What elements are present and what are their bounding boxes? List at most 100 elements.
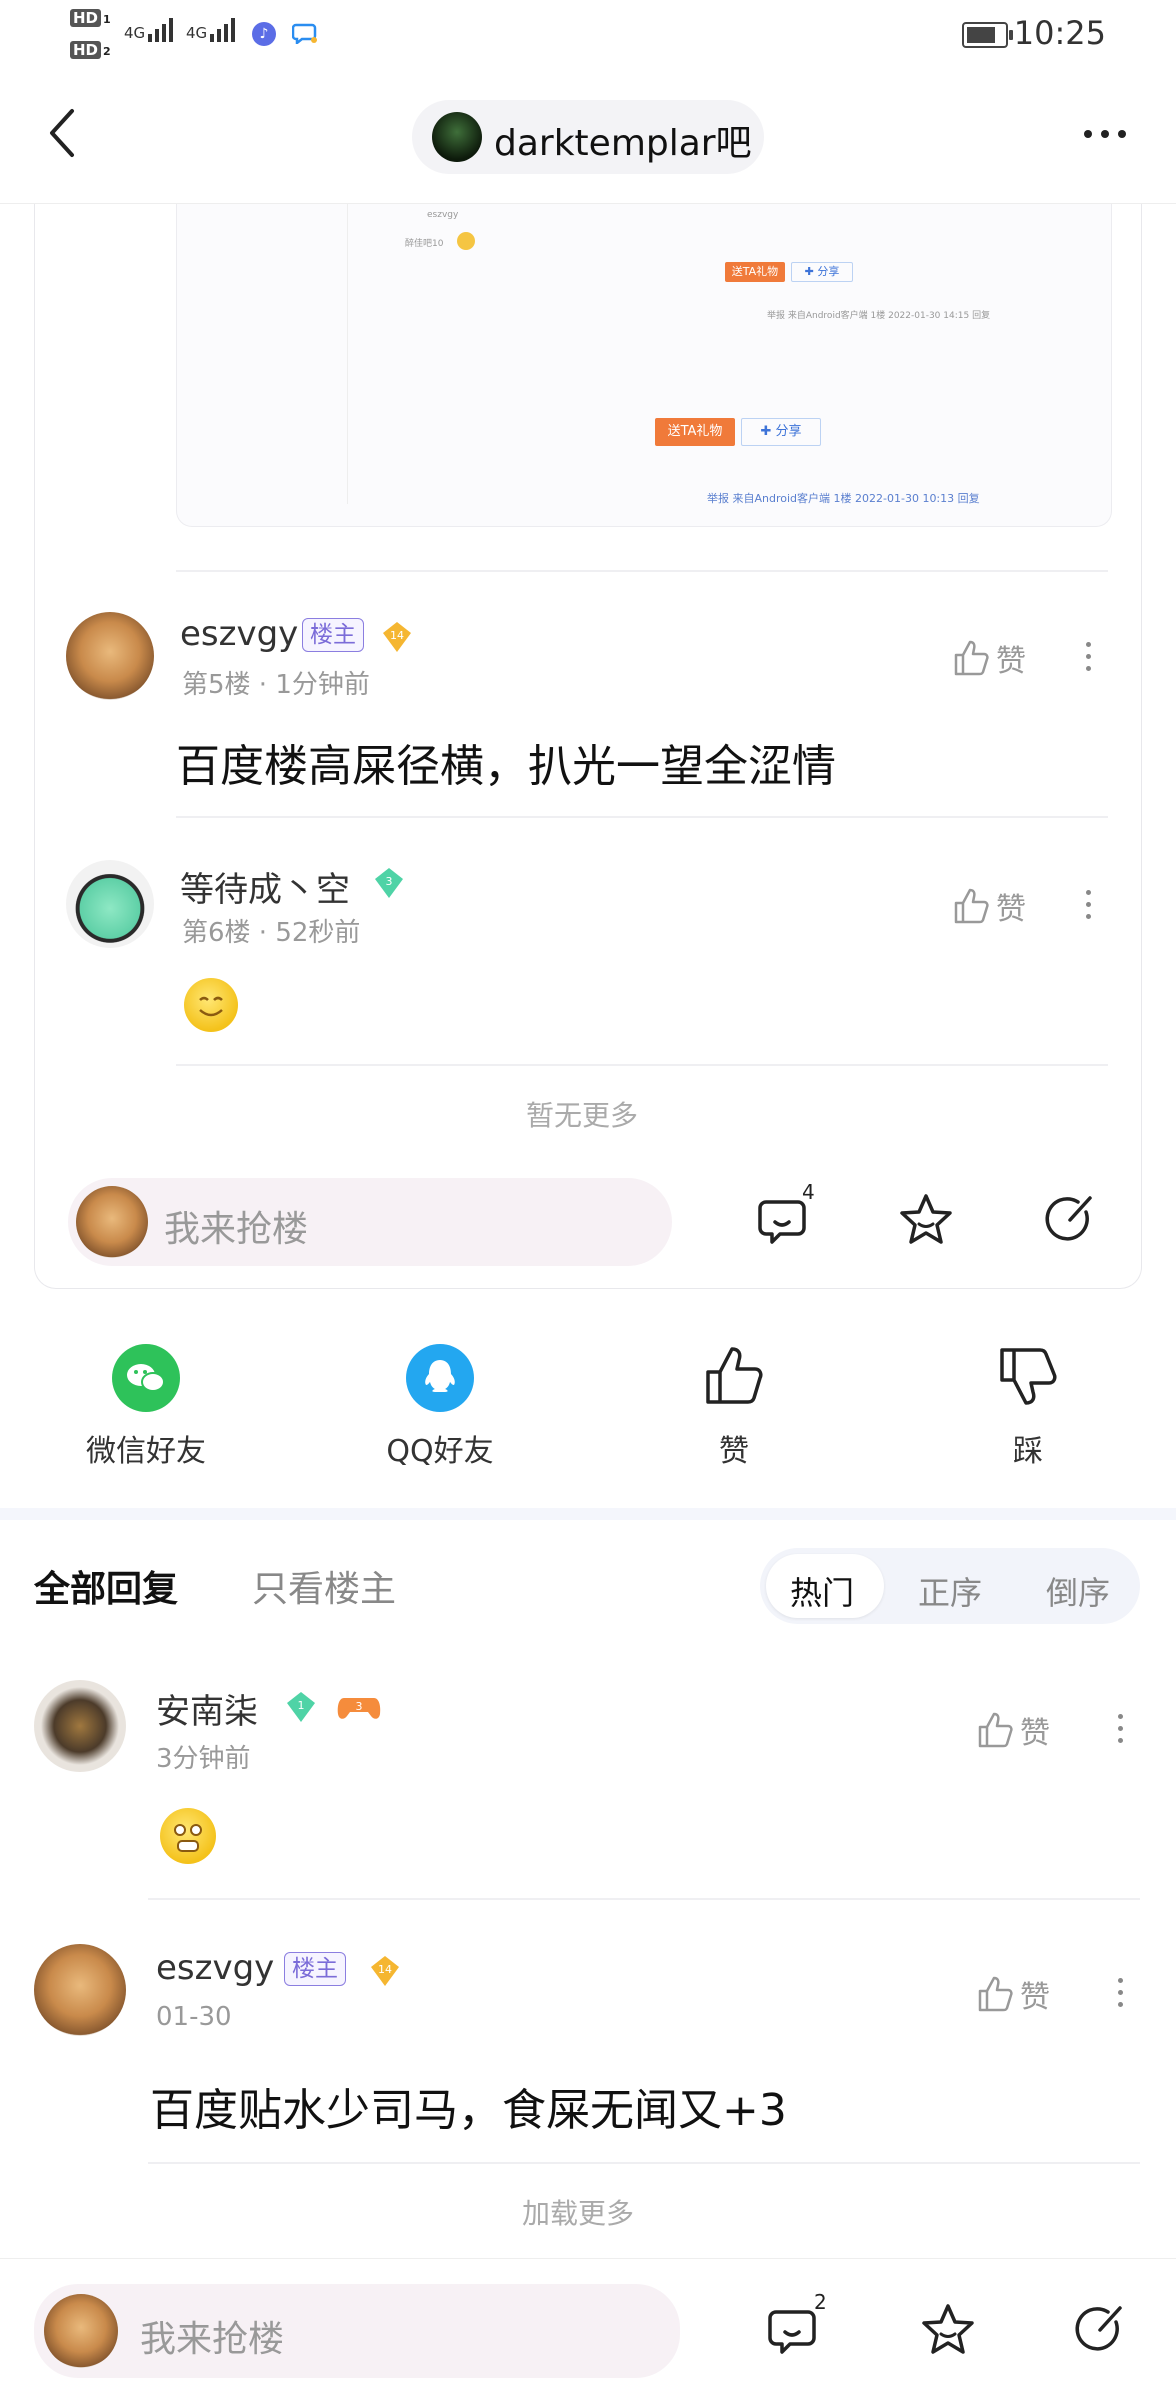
like-button[interactable]: 赞	[976, 1708, 1050, 1752]
more-options-icon[interactable]	[1084, 130, 1126, 138]
star-icon	[922, 2304, 974, 2354]
dislike-label[interactable]: 踩	[943, 1426, 1113, 1470]
share-qq-label[interactable]: QQ好友	[355, 1426, 525, 1470]
avatar	[76, 1186, 148, 1258]
sort-desc[interactable]: 倒序	[1046, 1568, 1110, 1614]
floor-content: 百度楼高屎径横，扒光一望全涩情	[176, 741, 836, 792]
sort-hot[interactable]: 热门	[790, 1568, 854, 1614]
shot-username: eszvgy	[427, 210, 459, 220]
reply-time: 3分钟前	[156, 1744, 251, 1774]
like-label: 赞	[996, 892, 1026, 927]
bottom-reply-input[interactable]	[34, 2284, 680, 2378]
username[interactable]: 等待成丶空	[180, 862, 350, 911]
thumb-up-icon	[978, 1976, 1013, 2012]
embedded-screenshot-image[interactable]: eszvgy 醉佳吧10 送TA礼物 ✚ 分享 举报 来自Android客户端 …	[176, 204, 1112, 527]
bottom-bar-divider	[0, 2258, 1176, 2259]
divider	[176, 816, 1108, 818]
host-badge: 楼主	[284, 1952, 346, 1986]
no-more-text: 暂无更多	[526, 1099, 639, 1132]
favorite-button[interactable]	[918, 2300, 978, 2364]
load-more-button[interactable]: 加载更多	[522, 2192, 634, 2232]
section-divider	[0, 1508, 1176, 1520]
level-number: 14	[390, 629, 404, 642]
avatar[interactable]	[34, 1944, 126, 2036]
shot-meta: 举报 来自Android客户端 1楼 2022-01-30 10:13 回复	[707, 492, 980, 505]
shot-badge-icon	[457, 232, 475, 250]
divider	[176, 1064, 1108, 1066]
qq-icon[interactable]	[406, 1344, 474, 1412]
shot-share-label: 分享	[775, 424, 802, 439]
shot-level: 醉佳吧10	[405, 239, 444, 249]
level-badge-icon: 1	[284, 1690, 318, 1728]
level-number: 14	[378, 1963, 392, 1976]
more-vertical-icon[interactable]	[1118, 1978, 1123, 2007]
back-button[interactable]	[48, 108, 76, 158]
tab-host-only[interactable]: 只看楼主	[252, 1560, 396, 1612]
reply-input-placeholder[interactable]: 我来抢楼	[164, 1200, 308, 1252]
shot-share-button: ✚ 分享	[741, 418, 821, 446]
chevron-left-icon	[50, 109, 74, 157]
shot-share-button: ✚ 分享	[791, 262, 853, 282]
reply-time: 01-30	[156, 2002, 232, 2032]
like-label: 赞	[1020, 1716, 1050, 1751]
signal-bars-icon	[148, 16, 174, 42]
battery-icon	[962, 22, 1013, 48]
like-label[interactable]: 赞	[649, 1426, 819, 1470]
comment-count: 4	[802, 1180, 815, 1204]
star-icon	[900, 1194, 952, 1244]
username[interactable]: eszvgy	[180, 614, 298, 654]
thumb-up-icon	[978, 1712, 1013, 1748]
thumb-up-icon	[954, 888, 989, 924]
sim-number: 1	[103, 13, 111, 26]
shot-share-label: 分享	[817, 265, 840, 278]
sort-asc[interactable]: 正序	[918, 1568, 982, 1614]
share-icon	[1045, 1196, 1092, 1241]
floor-meta: 第5楼 · 1分钟前	[182, 670, 370, 700]
username[interactable]: eszvgy	[156, 1948, 274, 1988]
share-button[interactable]	[1040, 1190, 1100, 1254]
more-vertical-icon[interactable]	[1086, 642, 1091, 671]
signal-bars-icon	[210, 16, 236, 42]
avatar[interactable]	[66, 860, 154, 948]
reply-input[interactable]	[68, 1178, 672, 1266]
like-button[interactable]: 赞	[952, 636, 1026, 680]
hd-label: HD	[70, 41, 102, 59]
more-vertical-icon[interactable]	[1118, 1714, 1123, 1743]
forum-name[interactable]: darktemplar吧	[494, 114, 752, 166]
tab-all-replies[interactable]: 全部回复	[34, 1560, 178, 1612]
more-vertical-icon[interactable]	[1086, 890, 1091, 919]
share-wechat-label[interactable]: 微信好友	[61, 1426, 231, 1470]
avatar[interactable]	[34, 1680, 126, 1772]
like-button[interactable]: 赞	[952, 884, 1026, 928]
thumb-up-icon[interactable]	[702, 1344, 766, 1412]
level-badge-icon: 14	[368, 1954, 402, 1992]
sim2-indicator: HD 2	[70, 40, 111, 59]
floor-meta: 第6楼 · 52秒前	[182, 918, 361, 948]
thumb-down-icon[interactable]	[996, 1344, 1060, 1412]
bottom-reply-placeholder[interactable]: 我来抢楼	[140, 2310, 284, 2362]
wechat-icon[interactable]	[112, 1344, 180, 1412]
network-type: 4G	[124, 24, 146, 42]
signal-1: 4G	[124, 16, 174, 42]
like-button[interactable]: 赞	[976, 1972, 1050, 2016]
wow-emoji-icon	[160, 1808, 216, 1864]
signal-2: 4G	[186, 16, 236, 42]
divider	[148, 2162, 1140, 2164]
status-bar: HD 1 HD 2 4G 4G ♪ 10:25	[0, 0, 1176, 70]
like-label: 赞	[1020, 1980, 1050, 2015]
thumb-up-icon	[954, 640, 989, 676]
avatar[interactable]	[66, 612, 154, 700]
comment-count: 2	[814, 2290, 827, 2314]
clock: 10:25	[1013, 14, 1106, 52]
level-number: 3	[386, 875, 393, 888]
username[interactable]: 安南柒	[156, 1684, 258, 1733]
share-button[interactable]	[1070, 2300, 1130, 2364]
level-badge-icon: 14	[380, 620, 414, 658]
level-badge-icon: 3	[372, 866, 406, 904]
level-number: 1	[298, 1699, 305, 1712]
smile-emoji-icon	[184, 978, 238, 1032]
favorite-button[interactable]	[896, 1190, 956, 1254]
sim1-indicator: HD 1	[70, 8, 111, 27]
game-level-number: 3	[356, 1700, 363, 1713]
like-label: 赞	[996, 644, 1026, 679]
